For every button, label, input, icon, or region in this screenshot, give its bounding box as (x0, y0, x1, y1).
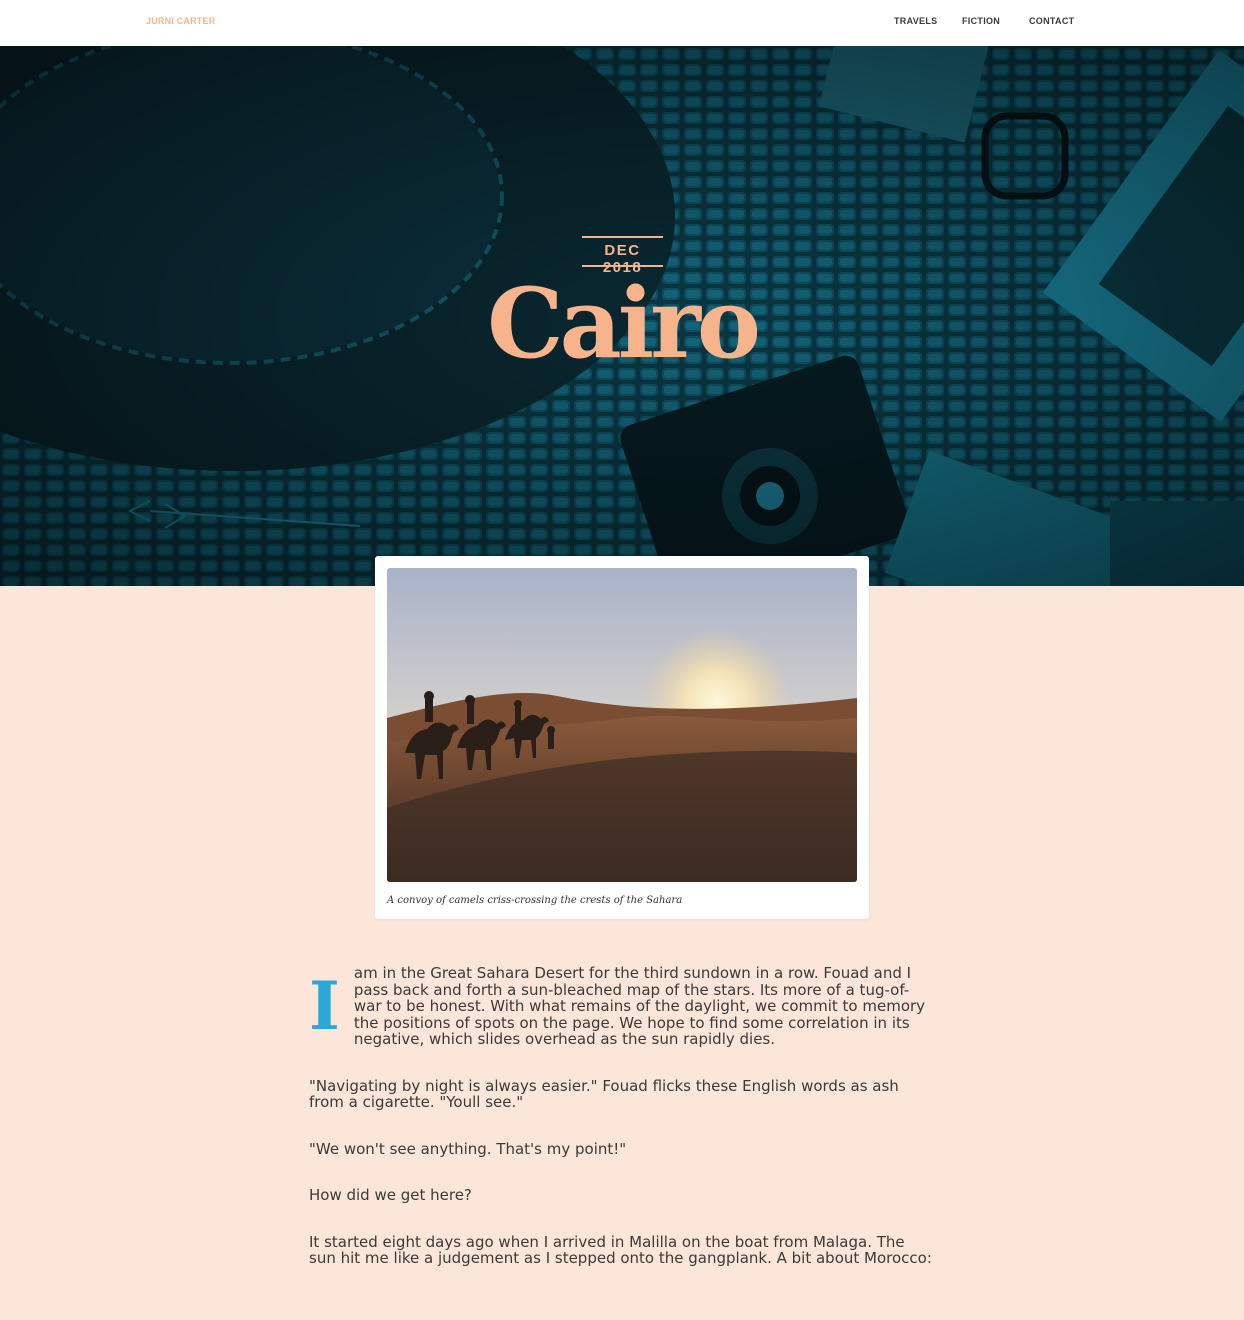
article-paragraph: How did we get here? (309, 1186, 472, 1204)
paragraph-text: am in the Great Sahara Desert for the th… (353, 964, 926, 1048)
article-paragraph: Iam in the Great Sahara Desert for the t… (309, 965, 935, 1048)
post-date-badge: DEC 2018 (582, 236, 663, 276)
brand-logo-link[interactable]: JURNI CARTER (146, 16, 215, 26)
hero-banner: DEC 2018 Cairo (0, 46, 1244, 586)
page-title: Cairo (487, 267, 761, 380)
drop-cap: I (309, 967, 340, 1045)
article-paragraph: "We won't see anything. That's my point!… (309, 1139, 627, 1158)
nav-link-fiction[interactable]: FICTION (962, 16, 1000, 26)
desert-camels-photo (387, 568, 857, 882)
featured-image-card: A convoy of camels criss-crossing the cr… (375, 556, 869, 919)
image-caption: A convoy of camels criss-crossing the cr… (387, 895, 683, 906)
top-nav-bar: JURNI CARTER TRAVELS FICTION CONTACT (0, 0, 1244, 46)
nav-link-contact[interactable]: CONTACT (1029, 16, 1074, 26)
article-paragraph: It started eight days ago when I arrived… (309, 1232, 932, 1267)
nav-link-travels[interactable]: TRAVELS (894, 16, 937, 26)
article-body: Iam in the Great Sahara Desert for the t… (309, 965, 935, 1297)
article-paragraph: "Navigating by night is always easier." … (309, 1076, 899, 1111)
